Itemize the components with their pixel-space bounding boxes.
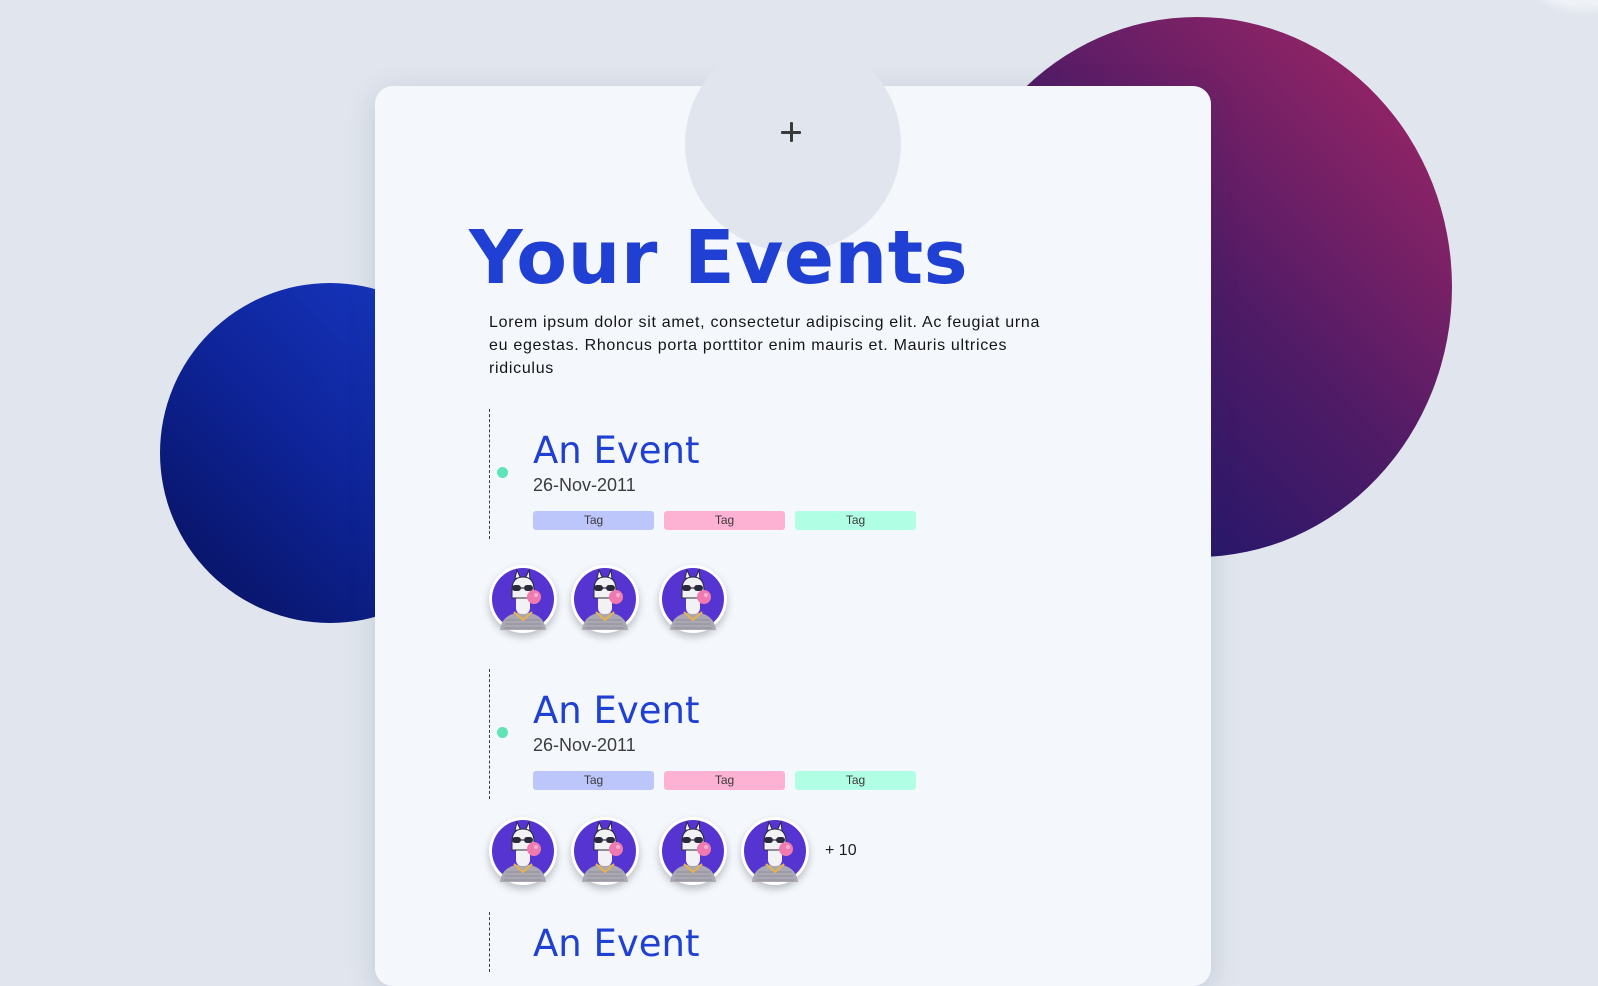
llama-avatar-icon: [574, 568, 636, 630]
llama-avatar-icon: [662, 820, 724, 882]
tag-badge[interactable]: Tag: [795, 771, 916, 790]
event-title[interactable]: An Event: [533, 922, 700, 966]
timeline-line: [489, 409, 490, 539]
plus-icon: [781, 121, 803, 143]
timeline-line: [489, 669, 490, 799]
events-card: Your Events Lorem ipsum dolor sit amet, …: [375, 36, 1211, 986]
page-description: Lorem ipsum dolor sit amet, consectetur …: [489, 314, 1041, 377]
corner-decoration: [1538, 0, 1598, 10]
page-title: Your Events: [469, 215, 969, 301]
tag-badge[interactable]: Tag: [795, 511, 916, 530]
llama-avatar-icon: [492, 568, 554, 630]
avatar[interactable]: [489, 565, 557, 633]
attendee-avatars: [489, 565, 741, 633]
avatar[interactable]: [571, 565, 639, 633]
llama-avatar-icon: [662, 568, 724, 630]
avatar[interactable]: [659, 817, 727, 885]
avatar[interactable]: [741, 817, 809, 885]
event-date: 26-Nov-2011: [533, 735, 636, 755]
event-title[interactable]: An Event: [533, 689, 700, 733]
avatar[interactable]: [659, 565, 727, 633]
avatar[interactable]: [571, 817, 639, 885]
event-tags: Tag Tag Tag: [533, 511, 916, 530]
event-title[interactable]: An Event: [533, 429, 700, 473]
tag-badge[interactable]: Tag: [533, 771, 654, 790]
attendee-avatars: + 10: [489, 817, 857, 885]
timeline-dot: [497, 727, 508, 738]
timeline-dot: [497, 467, 508, 478]
tag-badge[interactable]: Tag: [664, 511, 785, 530]
tag-badge[interactable]: Tag: [533, 511, 654, 530]
event-tags: Tag Tag Tag: [533, 771, 916, 790]
llama-avatar-icon: [574, 820, 636, 882]
avatar[interactable]: [489, 817, 557, 885]
llama-avatar-icon: [744, 820, 806, 882]
llama-avatar-icon: [492, 820, 554, 882]
tag-badge[interactable]: Tag: [664, 771, 785, 790]
more-attendees-count[interactable]: + 10: [825, 842, 857, 860]
timeline-line: [489, 912, 490, 972]
event-date: 26-Nov-2011: [533, 475, 636, 495]
